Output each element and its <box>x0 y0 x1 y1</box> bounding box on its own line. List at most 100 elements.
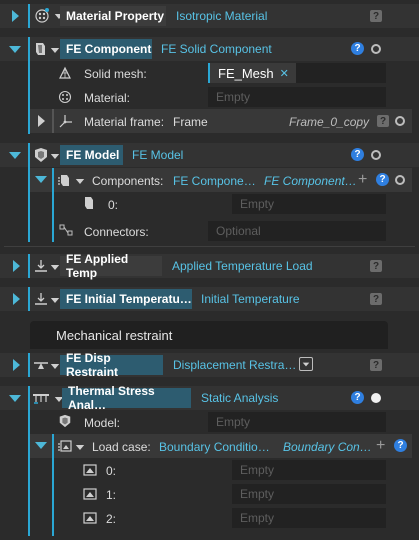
node-type: FE Solid Component <box>161 42 272 56</box>
section-title: Mechanical restraint <box>56 327 173 343</box>
load-case-list-icon <box>58 440 72 452</box>
chevron-down-icon[interactable] <box>50 364 60 369</box>
model-field[interactable]: Empty <box>208 412 386 432</box>
node-body-accent-line <box>28 410 30 536</box>
fe-model-icon <box>59 414 71 428</box>
node-type: FE Model <box>132 148 184 162</box>
load-case-type: Boundary Conditio… <box>159 440 270 454</box>
solid-component-icon <box>85 197 93 209</box>
collapse-arrow-icon[interactable] <box>9 46 21 53</box>
node-type: Isotropic Material <box>176 9 268 23</box>
fe-initial-temp-node[interactable]: FE Initial Temperatu… Initial Temperatur… <box>0 287 419 311</box>
collapse-arrow-icon[interactable] <box>9 395 21 402</box>
section-header: Mechanical restraint <box>30 321 388 349</box>
analysis-icon <box>33 394 49 404</box>
material-property-node[interactable]: Material Property Isotropic Material ? <box>0 4 419 28</box>
material-field[interactable]: Empty <box>208 87 386 107</box>
components-link[interactable]: FE Component… <box>264 174 357 188</box>
status-ring-icon[interactable] <box>395 116 405 126</box>
chevron-down-icon[interactable] <box>75 179 85 184</box>
node-name[interactable]: FE Initial Temperatu… <box>60 289 192 309</box>
chevron-down-icon[interactable] <box>50 298 60 303</box>
row-accent-line <box>52 434 54 536</box>
help-icon[interactable]: ? <box>370 359 382 371</box>
node-accent-line <box>28 37 30 61</box>
node-accent-line <box>28 254 30 278</box>
remove-icon[interactable]: ✕ <box>280 67 289 80</box>
chevron-down-icon[interactable] <box>75 445 85 450</box>
status-dot-icon[interactable] <box>371 393 381 403</box>
solid-mesh-tag[interactable]: FE_Mesh ✕ <box>208 63 296 83</box>
node-type: Displacement Restra… <box>173 358 297 372</box>
node-name[interactable]: FE Applied Temp <box>60 252 162 280</box>
material-icon <box>58 90 72 104</box>
divider <box>4 246 415 247</box>
node-accent-line <box>28 4 30 28</box>
expand-arrow-icon[interactable] <box>13 260 20 272</box>
fe-component-node[interactable]: FE Component FE Solid Component ? <box>0 37 419 61</box>
boundary-condition-icon <box>83 512 97 524</box>
expand-arrow-icon[interactable] <box>13 293 20 305</box>
material-frame-value: Frame <box>173 115 208 129</box>
collapse-arrow-icon[interactable] <box>9 152 21 159</box>
help-icon[interactable]: ? <box>351 42 364 55</box>
load-case-item-label: 1: <box>106 488 117 502</box>
temperature-load-icon <box>35 293 47 305</box>
load-case-item-field[interactable]: Empty <box>232 460 386 480</box>
help-icon[interactable]: ? <box>377 115 389 127</box>
load-case-item-label: 0: <box>106 464 117 478</box>
help-icon[interactable]: ? <box>376 173 389 186</box>
material-label: Material: <box>84 91 131 105</box>
material-frame-link[interactable]: Frame_0_copy <box>289 115 369 129</box>
fe-model-node[interactable]: FE Model FE Model ? <box>0 143 419 167</box>
load-case-item-field[interactable]: Empty <box>232 508 386 528</box>
fe-applied-temp-node[interactable]: FE Applied Temp Applied Temperature Load… <box>0 252 419 280</box>
fe-model-icon <box>35 148 47 162</box>
help-icon[interactable]: ? <box>394 439 407 452</box>
add-item-icon[interactable]: + <box>376 438 385 454</box>
expand-arrow-icon[interactable] <box>12 10 19 22</box>
connectors-label: Connectors: <box>84 225 149 239</box>
load-case-item-field[interactable]: Empty <box>232 484 386 504</box>
load-case-link[interactable]: Boundary Con… <box>283 440 372 454</box>
status-ring-icon[interactable] <box>395 175 405 185</box>
status-ring-icon[interactable] <box>371 150 381 160</box>
boundary-condition-icon <box>83 464 97 476</box>
help-icon[interactable]: ? <box>370 260 382 272</box>
node-name[interactable]: FE Component <box>60 39 152 59</box>
node-accent-line <box>28 386 30 410</box>
load-case-item-label: 2: <box>106 512 117 526</box>
chevron-down-icon[interactable] <box>50 154 60 159</box>
dropdown-toggle-button[interactable] <box>299 357 313 371</box>
connectors-field[interactable]: Optional <box>208 221 386 241</box>
collapse-arrow-icon[interactable] <box>35 442 47 449</box>
add-item-icon[interactable]: + <box>358 172 367 188</box>
component-item-field[interactable]: Empty <box>232 194 386 214</box>
temperature-load-icon <box>35 260 47 272</box>
thermal-stress-node[interactable]: Thermal Stress Anal… Static Analysis ? <box>0 384 419 412</box>
expand-arrow-icon[interactable] <box>13 359 20 371</box>
solid-mesh-field[interactable] <box>296 63 386 83</box>
node-name[interactable]: Material Property <box>60 6 166 26</box>
load-case-label: Load case: <box>92 440 151 454</box>
node-accent-line <box>28 353 30 377</box>
node-name[interactable]: FE Model <box>60 145 123 165</box>
chevron-down-icon[interactable] <box>50 265 60 270</box>
collapse-arrow-icon[interactable] <box>35 176 47 183</box>
help-icon[interactable]: ? <box>370 10 382 22</box>
row-accent-line <box>52 168 54 242</box>
node-name[interactable]: FE Disp Restraint <box>60 351 163 379</box>
help-icon[interactable]: ? <box>351 391 364 404</box>
node-type: Initial Temperature <box>201 292 300 306</box>
component-item-label: 0: <box>108 198 119 212</box>
status-ring-icon[interactable] <box>371 44 381 54</box>
model-label: Model: <box>84 416 121 430</box>
chevron-down-icon <box>302 362 310 366</box>
fe-disp-restraint-node[interactable]: FE Disp Restraint Displacement Restra… ? <box>0 351 419 379</box>
expand-arrow-icon[interactable] <box>38 115 45 127</box>
help-icon[interactable]: ? <box>351 148 364 161</box>
node-accent-line <box>28 143 30 167</box>
chevron-down-icon[interactable] <box>50 48 60 53</box>
node-name[interactable]: Thermal Stress Anal… <box>62 384 191 412</box>
help-icon[interactable]: ? <box>370 293 382 305</box>
